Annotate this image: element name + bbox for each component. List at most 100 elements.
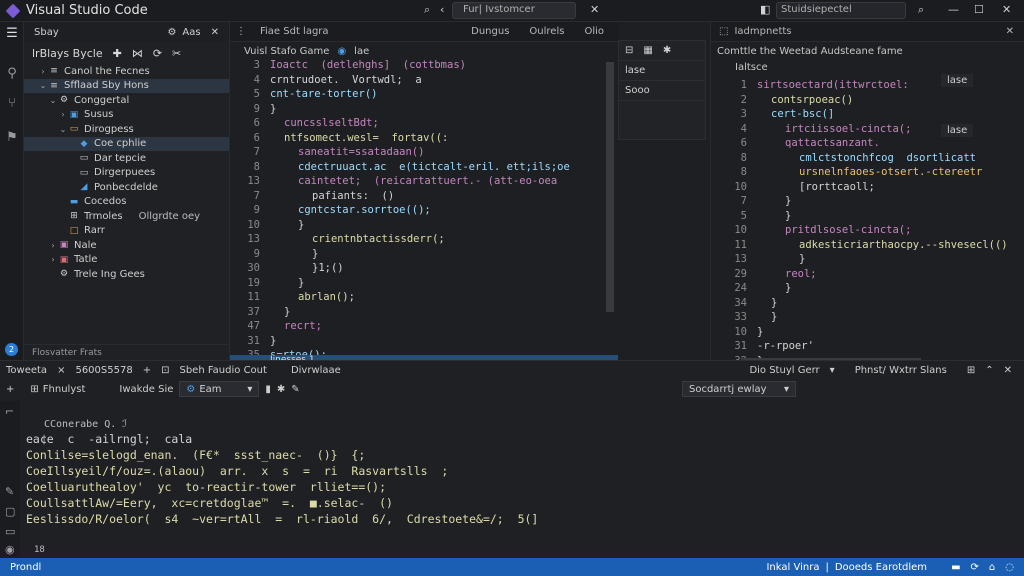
code-line[interactable]: -r-rpoer' xyxy=(757,339,1023,354)
minimize-icon[interactable]: — xyxy=(948,3,959,16)
chevron-icon[interactable]: ⌄ xyxy=(58,125,68,134)
maximize-icon[interactable]: ☐ xyxy=(974,3,984,16)
panel-tab-0[interactable]: Toweeta xyxy=(6,365,47,376)
panel-tab-2[interactable]: Sbeh Faudio Cout xyxy=(179,365,266,376)
editor1-tab-0[interactable]: Dungus xyxy=(471,26,509,37)
tree-item[interactable]: ▭ Dirgerpuees xyxy=(24,166,229,181)
editor2-close-icon[interactable]: ✕ xyxy=(1006,26,1014,37)
explorer-icon[interactable]: ☰ xyxy=(4,26,20,41)
close-window-icon[interactable]: ✕ xyxy=(1002,3,1011,16)
tree-item[interactable]: ⚙ Trele Ing Gees xyxy=(24,267,229,282)
search-small-icon[interactable]: ⌕ xyxy=(918,3,924,17)
tree-item[interactable]: □ Rarr xyxy=(24,224,229,239)
panel-tab-5[interactable]: Phnst/ Wxtrr Slans xyxy=(855,365,947,376)
code-line[interactable]: abrlan(); xyxy=(270,290,610,305)
code-line[interactable]: } xyxy=(757,194,1023,209)
panel-debug-icon[interactable]: ⊡ xyxy=(161,365,169,376)
panel-maximize-icon[interactable]: ⌃ xyxy=(985,365,993,376)
code-line[interactable]: } xyxy=(757,310,1023,325)
editor1-code[interactable]: Ioactc (detlehghs] (cottbmas) crntrudoet.… xyxy=(270,58,610,363)
code-line[interactable]: pafiants: () xyxy=(270,189,610,204)
new-file-icon[interactable]: ✚ xyxy=(113,47,122,60)
account-badge[interactable]: 2 xyxy=(5,343,18,356)
code-line[interactable]: } xyxy=(757,296,1023,311)
editor1-scrollbar[interactable] xyxy=(606,62,614,312)
code-line[interactable]: } xyxy=(270,334,610,349)
panel-tab-4[interactable]: Dio Stuyl Gerr xyxy=(749,365,819,376)
mini-panel-layout-icon[interactable]: ▦ xyxy=(643,45,652,56)
search-icon[interactable]: ⌕ xyxy=(424,3,430,17)
panel-edit-icon[interactable]: ✎ xyxy=(291,384,299,395)
status-right-2[interactable]: Dooeds Earotdlem xyxy=(835,562,927,573)
code-line[interactable]: } xyxy=(270,247,610,262)
panel-dropdown-2[interactable]: Socdarrtj ewlay ▾ xyxy=(682,381,796,397)
status-left[interactable]: Prondl xyxy=(10,562,41,573)
tree-item[interactable]: ▭ Dar tepcie xyxy=(24,151,229,166)
terminal-prompt[interactable]: 18 xyxy=(34,545,45,555)
status-more-icon[interactable]: ◌ xyxy=(1005,562,1014,573)
gutter-page-icon[interactable]: ▭ xyxy=(5,525,15,538)
code-line[interactable]: crientnbtactissderr(; xyxy=(270,232,610,247)
code-line[interactable]: cuncsslseltBdt; xyxy=(270,116,610,131)
status-sync-icon[interactable]: ⟳ xyxy=(971,562,979,573)
mini-panel-star-icon[interactable]: ✱ xyxy=(663,45,671,56)
breadcrumb-item-1[interactable]: lae xyxy=(354,46,369,57)
mini-panel-row-1[interactable]: lase xyxy=(619,61,705,81)
panel-tab-1[interactable]: 5600S5578 xyxy=(75,365,132,376)
panel-tab-close-icon[interactable]: × xyxy=(57,365,65,376)
panel-add-terminal-icon[interactable]: + xyxy=(6,384,14,395)
code-line[interactable]: cnt-tare-torter() xyxy=(270,87,610,102)
tree-item[interactable]: › ▣ Tatle xyxy=(24,253,229,268)
code-line[interactable]: cgntcstar.sorrtoe((); xyxy=(270,203,610,218)
back-icon[interactable]: ‹ xyxy=(440,3,444,16)
tree-item[interactable]: ▬ Cocedos xyxy=(24,195,229,210)
code-line[interactable]: } xyxy=(270,305,610,320)
panel-trash-icon[interactable]: ▮ xyxy=(265,384,271,395)
code-line[interactable]: } xyxy=(757,325,1023,340)
close-search-icon[interactable]: ✕ xyxy=(590,3,599,16)
tree-item[interactable]: › ▣ Susus xyxy=(24,108,229,123)
collapse-icon[interactable]: ✂ xyxy=(172,47,181,60)
code-line[interactable]: contsrpoeac() xyxy=(757,93,1023,108)
gutter-file-icon[interactable]: ⌐ xyxy=(5,405,14,418)
code-line[interactable]: cert-bsc(] xyxy=(757,107,1023,122)
search-icon[interactable]: ⚲ xyxy=(4,66,20,81)
code-line[interactable]: cmlctstonchfcog dsortlicatt xyxy=(757,151,1023,166)
code-line[interactable]: adkesticriarthaocpy.--shvesecl(() xyxy=(757,238,1023,253)
code-line[interactable]: recrt; xyxy=(270,319,610,334)
panel-dropdown-1[interactable]: ⚙ Eam ▾ xyxy=(179,381,260,397)
code-line[interactable]: sirtsoectard(ittwrctoel: xyxy=(757,78,1023,93)
editor1-tab-1[interactable]: Oulrels xyxy=(529,26,564,37)
tree-item[interactable]: ◆ Coe cphlie xyxy=(24,136,229,151)
status-bell-icon[interactable]: ⌂ xyxy=(989,562,995,573)
tree-item[interactable]: › ▣ Nale xyxy=(24,238,229,253)
split-icon[interactable]: ◧ xyxy=(760,3,770,16)
code-line[interactable]: } xyxy=(757,281,1023,296)
tree-item[interactable]: ⌄ ▭ Dirogpess xyxy=(24,122,229,137)
breadcrumb-item-0[interactable]: Vuisl Stafo Game xyxy=(244,46,329,57)
tree-item[interactable]: ◢ Ponbecdelde xyxy=(24,180,229,195)
editor2-title[interactable]: Iadmpnetts xyxy=(734,26,791,37)
code-line[interactable]: ntfsomect.wesl= fortav((: xyxy=(270,131,610,146)
new-folder-icon[interactable]: ⋈ xyxy=(132,47,143,60)
gutter-info-icon[interactable]: ◉ xyxy=(5,543,15,556)
editor2-code[interactable]: sirtsoectard(ittwrctoel: contsrpoeac() cer… xyxy=(757,78,1023,368)
path-input[interactable]: Stuidsiepectel xyxy=(776,2,906,19)
terminal-output[interactable]: ea¢e c -ailrngl; cala Conlilse=slelogd_en… xyxy=(26,431,538,527)
panel-split-icon[interactable]: ⊞ xyxy=(967,365,975,376)
debug-icon[interactable]: ⚑ xyxy=(4,130,20,145)
tree-item[interactable]: ⊞ Trmoles Ollgrdte oey xyxy=(24,209,229,224)
editor1-tab-2[interactable]: Olio xyxy=(584,26,604,37)
code-line[interactable]: caintetet; (reicartattuert.- (att-eo-oea xyxy=(270,174,610,189)
sidebar-footer[interactable]: Flosvatter Frats xyxy=(24,344,230,360)
command-search-input[interactable]: Fur| Ivstomcer xyxy=(452,2,576,19)
editor2-crumb-2[interactable]: Ialtsce xyxy=(735,62,768,73)
code-line[interactable]: } xyxy=(270,276,610,291)
code-line[interactable]: [rorttcaoll; xyxy=(757,180,1023,195)
panel-dropdown-icon[interactable]: ▾ xyxy=(830,365,835,376)
tree-item[interactable]: › ≡ Canol the Fecnes xyxy=(24,64,229,79)
panel-pin-icon[interactable]: ✱ xyxy=(277,384,285,395)
code-line[interactable]: crntrudoet. Vortwdl; a xyxy=(270,73,610,88)
gutter-box-icon[interactable]: ▢ xyxy=(5,505,15,518)
code-line[interactable]: qattactsanzant. xyxy=(757,136,1023,151)
